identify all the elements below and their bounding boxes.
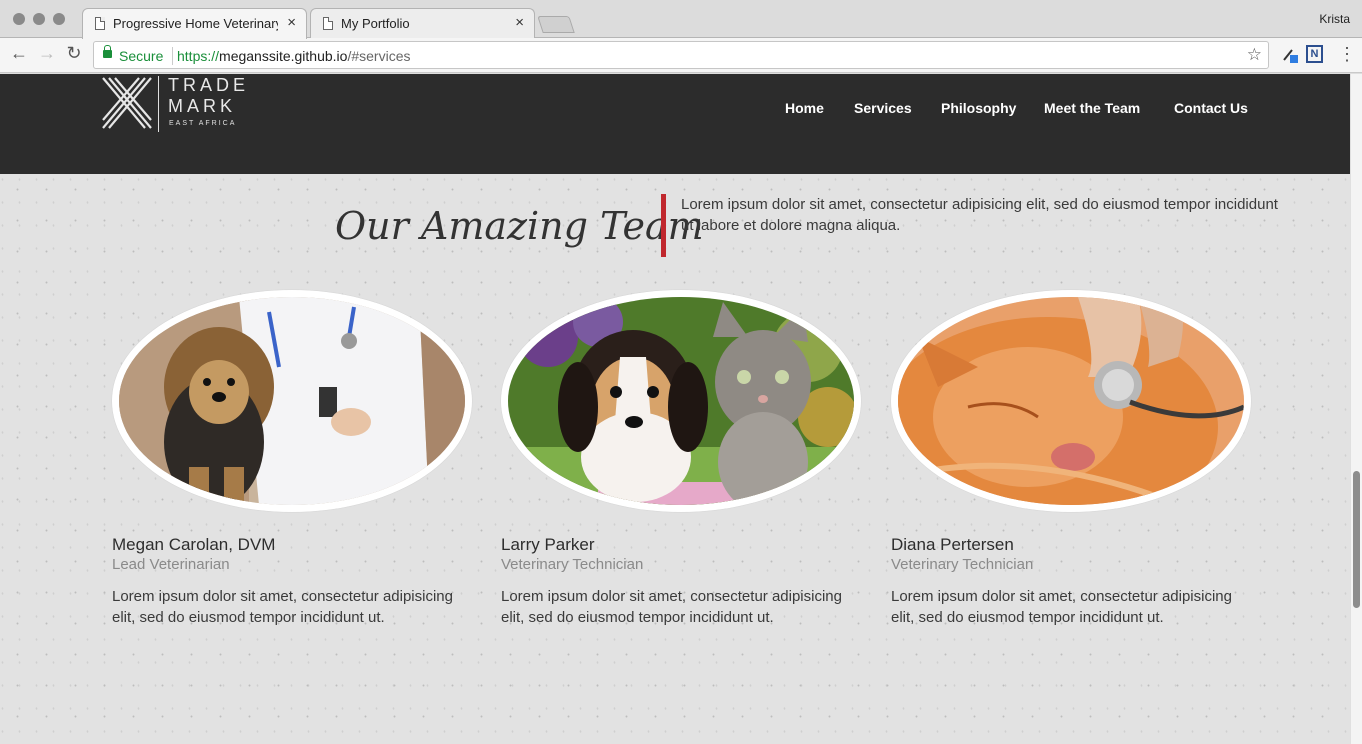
url-scheme: https://: [177, 48, 220, 64]
member-bio: Lorem ipsum dolor sit amet, consectetur …: [891, 588, 1232, 626]
close-tab-icon[interactable]: ×: [515, 14, 524, 31]
accent-bar: [661, 194, 666, 257]
logo-text-line1: TRADE: [168, 75, 250, 95]
address-bar[interactable]: Secure https://meganssite.github.io/#ser…: [93, 41, 1269, 69]
logo-tagline: EAST AFRICA: [169, 120, 237, 127]
web-page: TRADE MARK EAST AFRICA Home Services Phi…: [0, 74, 1350, 744]
new-tab-button[interactable]: [537, 16, 575, 33]
member-bio: Lorem ipsum dolor sit amet, consectetur …: [112, 588, 453, 626]
member-role: Veterinary Technician: [501, 556, 644, 573]
member-name: Larry Parker: [501, 535, 595, 554]
nav-services[interactable]: Services: [854, 100, 912, 116]
logo-icon[interactable]: [101, 74, 153, 132]
color-picker-extension-icon[interactable]: [1281, 46, 1299, 64]
member-role: Veterinary Technician: [891, 556, 1034, 573]
divider: [172, 47, 173, 65]
maximize-window-icon[interactable]: [53, 13, 65, 25]
nav-philosophy[interactable]: Philosophy: [941, 100, 1016, 116]
page-icon: [95, 17, 105, 30]
team-photo-larry: [501, 290, 861, 512]
close-tab-icon[interactable]: ×: [287, 14, 296, 31]
minimize-window-icon[interactable]: [33, 13, 45, 25]
nav-meet-the-team[interactable]: Meet the Team: [1044, 100, 1140, 116]
url-host: meganssite.github.io: [219, 48, 348, 64]
bookmark-star-icon[interactable]: ☆: [1247, 45, 1262, 65]
scrollbar-thumb[interactable]: [1353, 471, 1360, 608]
member-name: Diana Pertersen: [891, 535, 1014, 554]
page-scrollbar[interactable]: [1350, 74, 1362, 744]
member-name: Megan Carolan, DVM: [112, 535, 276, 554]
extension-n-icon[interactable]: N: [1306, 45, 1323, 63]
member-role: Lead Veterinarian: [112, 556, 230, 573]
site-header: TRADE MARK EAST AFRICA Home Services Phi…: [0, 74, 1350, 174]
nav-home[interactable]: Home: [785, 100, 824, 116]
member-bio: Lorem ipsum dolor sit amet, consectetur …: [501, 588, 842, 626]
section-title: Our Amazing Team: [335, 204, 704, 248]
forward-icon[interactable]: →: [35, 43, 59, 64]
team-photo-diana: [891, 290, 1251, 512]
lock-icon: [103, 45, 112, 58]
team-photo-megan: [112, 290, 472, 512]
browser-tab-active[interactable]: Progressive Home Veterinary C ×: [82, 8, 307, 39]
nav-contact-us[interactable]: Contact Us: [1174, 100, 1248, 116]
profile-name[interactable]: Krista: [1319, 12, 1350, 26]
security-label: Secure: [119, 48, 164, 64]
url-text[interactable]: https://meganssite.github.io/#services: [177, 48, 410, 64]
logo-divider: [158, 76, 159, 132]
browser-tab-bar: Progressive Home Veterinary C × My Portf…: [0, 0, 1362, 39]
page-icon: [323, 17, 333, 30]
back-icon[interactable]: ←: [7, 43, 31, 64]
logo-text-line2: MARK: [168, 96, 237, 116]
tab-title: Progressive Home Veterinary C: [113, 16, 278, 31]
url-path: /#services: [347, 48, 411, 64]
close-window-icon[interactable]: [13, 13, 25, 25]
tab-title: My Portfolio: [341, 16, 410, 31]
reload-icon[interactable]: ↻: [62, 43, 86, 64]
browser-toolbar: ← → ↻ Secure https://meganssite.github.i…: [0, 38, 1362, 73]
browser-menu-icon[interactable]: ⋮: [1338, 44, 1356, 65]
browser-tab[interactable]: My Portfolio ×: [310, 8, 535, 38]
section-intro: Lorem ipsum dolor sit amet, consectetur …: [681, 196, 1278, 234]
